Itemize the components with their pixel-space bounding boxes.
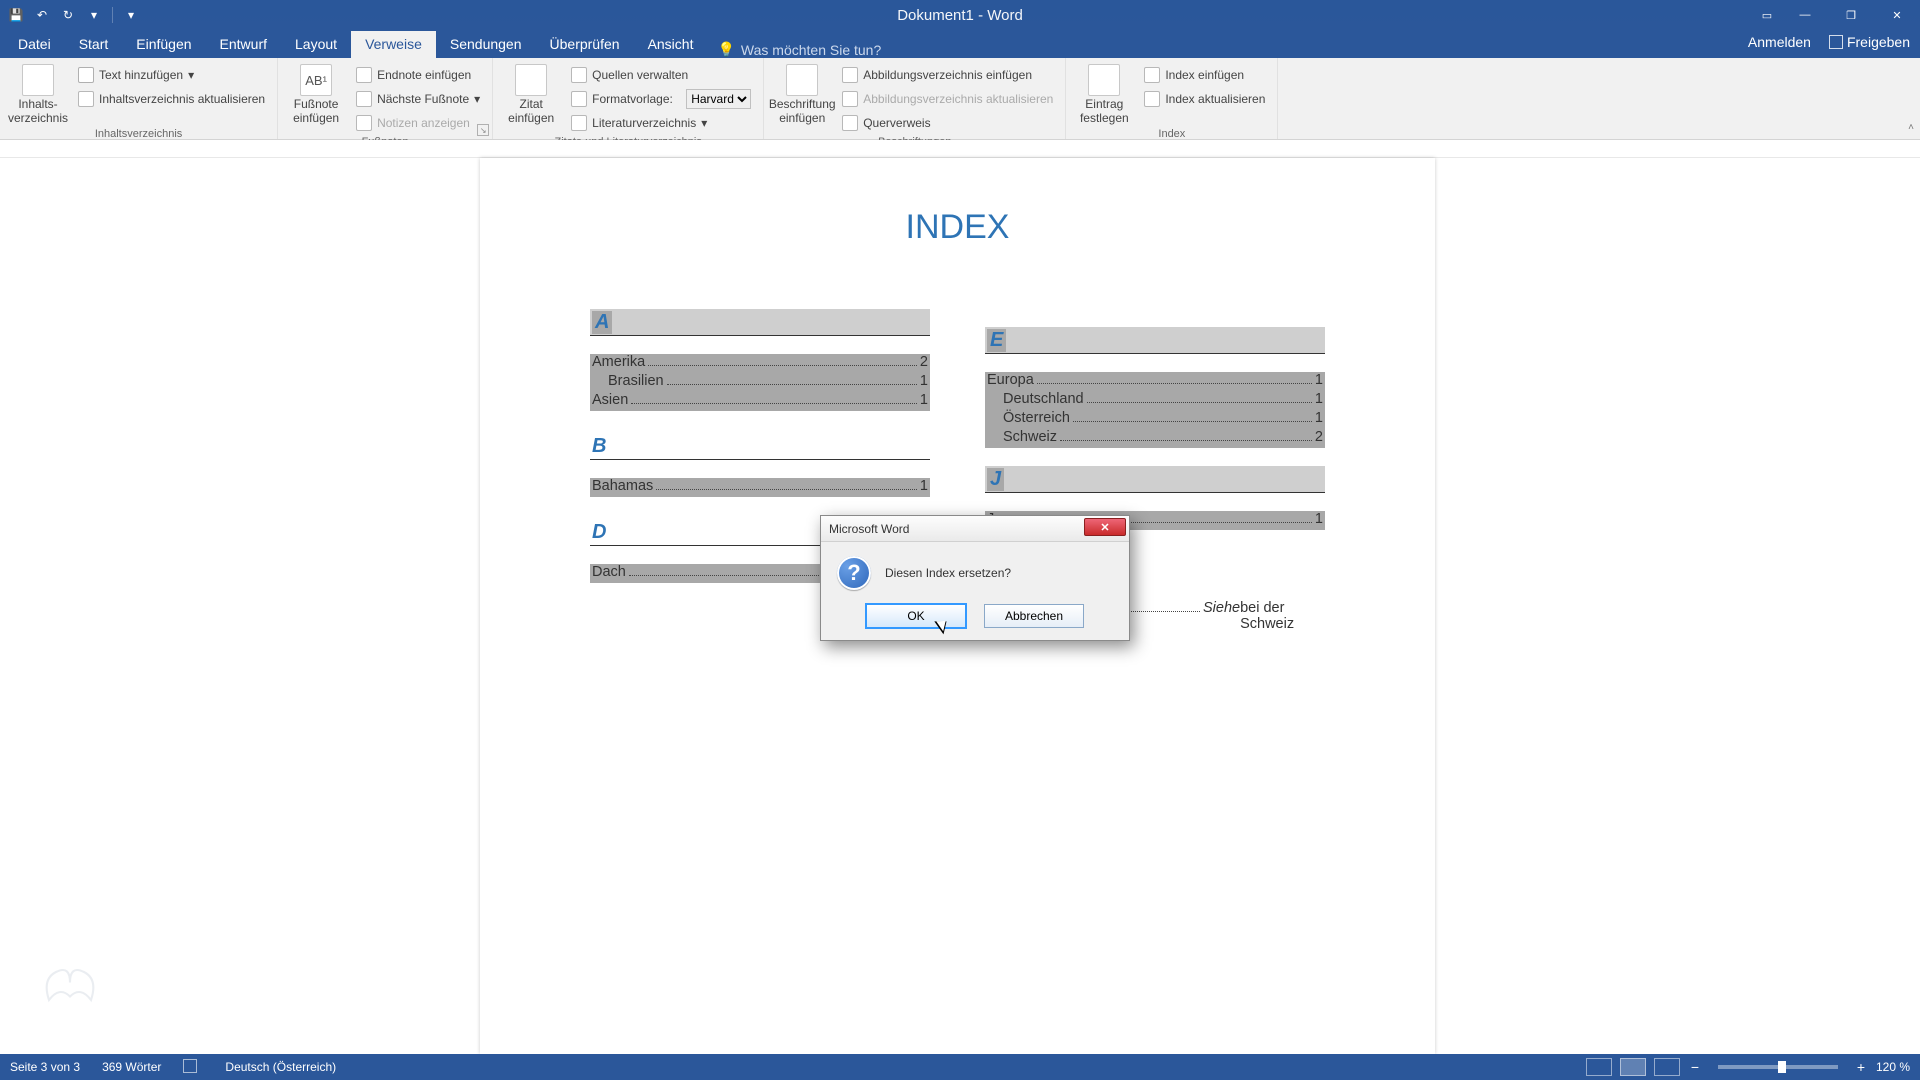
zoom-slider-thumb[interactable] [1778, 1061, 1786, 1073]
status-page[interactable]: Seite 3 von 3 [10, 1060, 80, 1074]
zoom-in-button[interactable]: + [1854, 1059, 1868, 1075]
dialog-close-button[interactable]: ✕ [1084, 518, 1126, 536]
view-read-button[interactable] [1586, 1058, 1612, 1076]
status-proofing[interactable] [183, 1059, 203, 1076]
status-language[interactable]: Deutsch (Österreich) [225, 1060, 336, 1074]
zoom-slider[interactable] [1718, 1065, 1838, 1069]
status-wordcount[interactable]: 369 Wörter [102, 1060, 161, 1074]
cancel-button[interactable]: Abbrechen [984, 604, 1084, 628]
view-web-button[interactable] [1654, 1058, 1680, 1076]
status-bar: Seite 3 von 3 369 Wörter Deutsch (Österr… [0, 1054, 1920, 1080]
dialog-title[interactable]: Microsoft Word ✕ [821, 516, 1129, 542]
zoom-out-button[interactable]: − [1688, 1059, 1702, 1075]
proofing-icon [183, 1059, 197, 1073]
dialog-message: Diesen Index ersetzen? [885, 566, 1011, 580]
dialog-replace-index: Microsoft Word ✕ ? Diesen Index ersetzen… [820, 515, 1130, 641]
mouse-cursor-icon [938, 617, 952, 637]
modal-overlay: Microsoft Word ✕ ? Diesen Index ersetzen… [0, 0, 1920, 1080]
zoom-level[interactable]: 120 % [1876, 1060, 1910, 1074]
view-print-button[interactable] [1620, 1058, 1646, 1076]
question-icon: ? [837, 556, 871, 590]
